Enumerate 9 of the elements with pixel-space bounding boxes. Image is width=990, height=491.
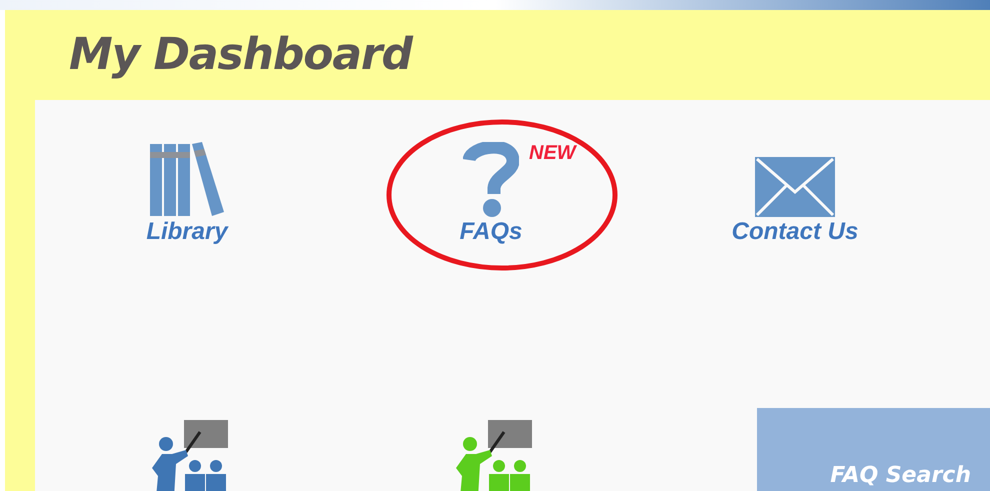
new-label: NEW xyxy=(529,141,576,166)
page-title: My Dashboard xyxy=(69,28,412,82)
tile-link[interactable]: Library xyxy=(146,220,228,244)
envelope-icon xyxy=(754,156,836,218)
popup-label: FAQ Search xyxy=(830,462,971,490)
books-icon xyxy=(148,142,226,218)
question-mark-icon xyxy=(463,142,519,218)
tile-link[interactable]: Contact Us xyxy=(732,220,858,244)
tile-link[interactable]: FAQs xyxy=(460,220,522,244)
